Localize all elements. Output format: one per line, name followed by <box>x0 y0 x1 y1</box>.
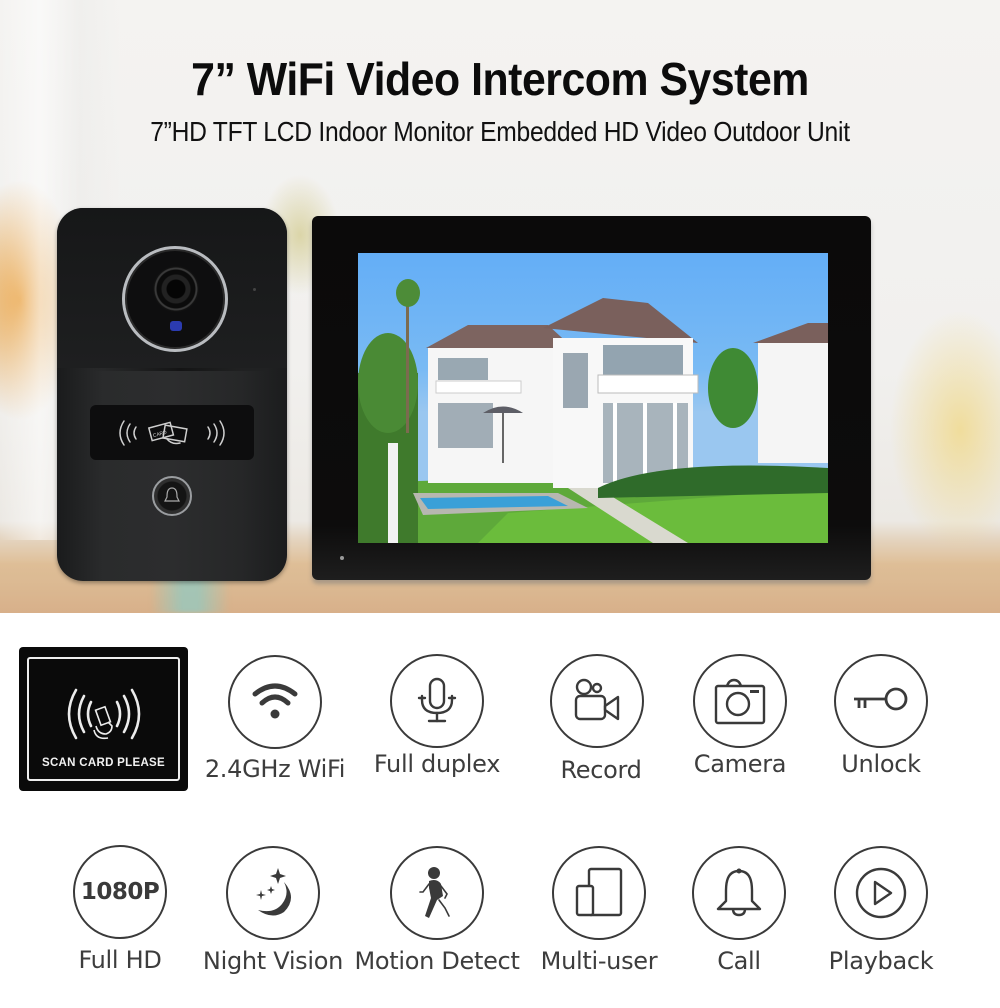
1080p-icon: 1080P <box>80 879 160 905</box>
bell-icon <box>716 868 762 917</box>
feature-circle <box>552 846 646 940</box>
mic-hole <box>253 288 256 291</box>
devices-icon <box>575 867 623 917</box>
feature-circle <box>693 654 787 748</box>
hero-photo: 7” WiFi Video Intercom System 7”HD TFT L… <box>0 0 1000 613</box>
walking-person-icon <box>419 867 450 918</box>
page-subtitle: 7”HD TFT LCD Indoor Monitor Embedded HD … <box>150 116 850 147</box>
feature-circle <box>834 654 928 748</box>
feature-circle <box>550 654 644 748</box>
feature-circle <box>390 846 484 940</box>
camera-lens-icon <box>122 246 228 352</box>
feature-circle <box>228 655 322 749</box>
nfc-card-scan-icon <box>67 688 141 740</box>
play-icon <box>855 867 907 919</box>
outdoor-unit: CARD <box>57 208 287 581</box>
feature-label: Full duplex <box>373 750 501 778</box>
key-icon <box>854 687 908 711</box>
ir-led <box>170 321 182 331</box>
monitor-screen <box>358 253 828 543</box>
doorbell-button <box>152 476 192 516</box>
moon-stars-icon <box>256 868 291 916</box>
video-camera-icon <box>574 678 620 721</box>
feature-circle <box>692 846 786 940</box>
bell-icon <box>164 487 180 502</box>
lens <box>153 266 199 312</box>
feature-label: Motion Detect <box>354 947 520 975</box>
nfc-card-icon: CARD <box>119 419 225 446</box>
panel-divider <box>92 368 267 371</box>
page-title: 7” WiFi Video Intercom System <box>191 53 809 105</box>
feature-circle <box>834 846 928 940</box>
feature-label: Night Vision <box>202 947 344 975</box>
feature-label: 2.4GHz WiFi <box>204 755 346 783</box>
card-reader: CARD <box>90 405 254 460</box>
photo-camera-icon <box>714 678 766 725</box>
power-led <box>340 556 344 560</box>
scan-card-panel: SCAN CARD PLEASE <box>19 647 188 791</box>
feature-label: Playback <box>828 947 934 975</box>
microphone-icon <box>417 677 457 723</box>
wifi-icon <box>252 683 298 719</box>
feature-circle <box>226 846 320 940</box>
indoor-monitor <box>312 216 871 580</box>
feature-circle <box>390 654 484 748</box>
scan-card-label: SCAN CARD PLEASE <box>41 757 165 769</box>
feature-label: Unlock <box>841 750 921 778</box>
villa-image <box>358 279 828 543</box>
feature-circle: 1080P <box>73 845 167 939</box>
